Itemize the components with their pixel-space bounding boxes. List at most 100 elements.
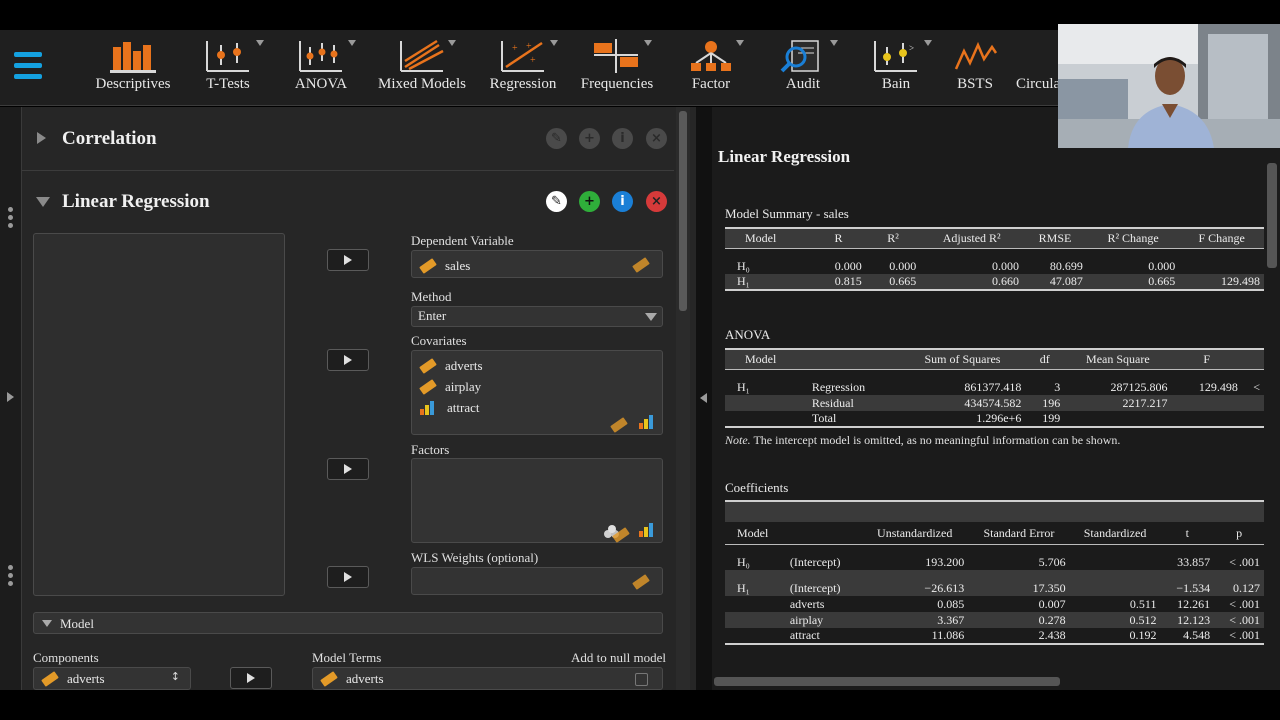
scrollbar-thumb[interactable] bbox=[714, 677, 1060, 686]
covariates-label: Covariates bbox=[411, 333, 467, 348]
info-icon[interactable]: i bbox=[612, 191, 633, 212]
allowed-ordinal-icon bbox=[639, 415, 657, 429]
circular-button[interactable]: Circula bbox=[1016, 36, 1060, 102]
covariate-item[interactable]: airplay bbox=[419, 376, 654, 397]
audit-dropdown-icon bbox=[830, 40, 838, 46]
descriptives-button[interactable]: Descriptives bbox=[90, 36, 176, 102]
anova-caption: ANOVA bbox=[725, 327, 771, 342]
add-model-term-button[interactable] bbox=[230, 667, 272, 689]
table-row: attract 11.086 2.438 0.192 4.548 < .001 bbox=[725, 628, 1264, 645]
frequencies-button[interactable]: Frequencies bbox=[578, 36, 656, 102]
frequencies-label: Frequencies bbox=[580, 76, 654, 92]
factor-icon bbox=[686, 36, 736, 76]
results-title: Linear Regression bbox=[718, 147, 851, 166]
component-item[interactable]: adverts bbox=[67, 671, 105, 687]
t-tests-button[interactable]: T-Tests bbox=[198, 36, 264, 102]
correlation-title[interactable]: Correlation bbox=[62, 128, 157, 150]
bain-button[interactable]: > Bain bbox=[872, 36, 932, 102]
table-row: H₀ (Intercept) 193.200 5.706 33.857 < .0… bbox=[737, 554, 1260, 569]
sort-icon[interactable]: ↕ bbox=[171, 670, 180, 683]
options-scrollbar[interactable] bbox=[676, 107, 690, 690]
assign-dependent-button[interactable] bbox=[327, 249, 369, 271]
coefficients-table: Model Unstandardized Standard Error Stan… bbox=[725, 524, 1264, 645]
dependent-variable-label: Dependent Variable bbox=[411, 233, 514, 248]
drag-handle-icon[interactable] bbox=[8, 207, 14, 231]
variables-list[interactable] bbox=[33, 233, 285, 596]
collapse-model-icon bbox=[42, 620, 52, 627]
edit-title-icon[interactable]: ✎ bbox=[546, 191, 567, 212]
collapse-linear-regression-icon[interactable] bbox=[36, 197, 50, 207]
expand-left-icon[interactable] bbox=[7, 392, 14, 402]
t-tests-icon bbox=[198, 36, 258, 76]
covariates-box[interactable]: adverts airplay attract bbox=[411, 350, 663, 435]
anova-button[interactable]: ANOVA bbox=[290, 36, 356, 102]
audit-label: Audit bbox=[785, 76, 821, 92]
anova-note: Note. The intercept model is omitted, as… bbox=[725, 433, 1121, 447]
bsts-button[interactable]: BSTS bbox=[950, 36, 1000, 102]
anova-label: ANOVA bbox=[294, 76, 348, 92]
scale-variable-icon bbox=[320, 671, 338, 687]
scrollbar-thumb[interactable] bbox=[679, 111, 687, 311]
allowed-ordinal-icon bbox=[639, 523, 657, 537]
assign-factors-button[interactable] bbox=[327, 458, 369, 480]
assign-wls-button[interactable] bbox=[327, 566, 369, 588]
collapse-arrow-icon[interactable] bbox=[700, 393, 707, 403]
factors-label: Factors bbox=[411, 442, 450, 457]
wls-weights-box[interactable] bbox=[411, 567, 663, 595]
left-collapse-bar[interactable] bbox=[0, 107, 22, 690]
svg-text:>: > bbox=[909, 43, 914, 53]
dependent-variable-value: sales bbox=[445, 257, 471, 273]
bsts-icon bbox=[950, 36, 1000, 76]
duplicate-icon-disabled: + bbox=[579, 128, 600, 149]
covariate-item[interactable]: attract bbox=[420, 397, 654, 418]
descriptives-label: Descriptives bbox=[95, 76, 171, 92]
table-row: H₁ 0.815 0.665 0.660 47.087 0.665 129.49… bbox=[725, 274, 1264, 291]
results-horizontal-scrollbar[interactable] bbox=[712, 674, 1264, 688]
panel-splitter[interactable] bbox=[696, 107, 712, 690]
covariate-label: attract bbox=[447, 399, 480, 415]
duplicate-analysis-icon[interactable]: + bbox=[579, 191, 600, 212]
menu-icon[interactable] bbox=[14, 52, 42, 82]
scale-variable-icon bbox=[419, 357, 437, 374]
t-tests-dropdown-icon bbox=[256, 40, 264, 46]
covariate-item[interactable]: adverts bbox=[419, 355, 654, 376]
factor-label: Factor bbox=[691, 76, 731, 92]
bain-label: Bain bbox=[881, 76, 911, 92]
assign-covariates-button[interactable] bbox=[327, 349, 369, 371]
scale-variable-icon bbox=[41, 671, 59, 687]
components-list[interactable]: adverts ↕ bbox=[33, 667, 191, 690]
method-select[interactable]: Enter bbox=[411, 306, 663, 327]
regression-icon: + + + bbox=[487, 36, 559, 76]
allowed-scale-icon bbox=[610, 417, 628, 433]
linear-regression-title[interactable]: Linear Regression bbox=[62, 191, 210, 213]
factors-box[interactable] bbox=[411, 458, 663, 543]
bsts-label: BSTS bbox=[957, 76, 993, 92]
wls-weights-label: WLS Weights (optional) bbox=[411, 550, 539, 565]
ordinal-variable-icon bbox=[420, 400, 438, 415]
covariate-label: adverts bbox=[445, 357, 483, 373]
results-vertical-scrollbar[interactable] bbox=[1264, 163, 1280, 690]
covariate-label: airplay bbox=[445, 378, 482, 394]
regression-button[interactable]: + + + Regression bbox=[487, 36, 559, 102]
dependent-variable-box[interactable]: sales bbox=[411, 250, 663, 278]
results-panel: Linear Regression Model Summary - sales … bbox=[712, 107, 1280, 690]
circular-label: Circula bbox=[1016, 76, 1060, 92]
model-terms-list[interactable]: adverts bbox=[312, 667, 663, 690]
factor-button[interactable]: Factor bbox=[686, 36, 744, 102]
audit-button[interactable]: Audit bbox=[780, 36, 838, 102]
scrollbar-thumb[interactable] bbox=[1267, 163, 1277, 268]
svg-text:+: + bbox=[526, 41, 532, 52]
expand-correlation-icon[interactable] bbox=[37, 132, 46, 144]
presenter-video bbox=[1058, 24, 1280, 148]
regression-label: Regression bbox=[489, 76, 557, 92]
drag-handle-icon-2[interactable] bbox=[8, 565, 14, 589]
mixed-models-dropdown-icon bbox=[448, 40, 456, 46]
mixed-models-button[interactable]: Mixed Models bbox=[376, 36, 468, 102]
add-to-null-model-checkbox[interactable] bbox=[635, 673, 648, 686]
remove-icon-disabled: × bbox=[646, 128, 667, 149]
remove-analysis-icon[interactable]: × bbox=[646, 191, 667, 212]
model-section-header[interactable]: Model bbox=[33, 612, 663, 634]
table-row: H₁ Regression 861377.418 3 287125.806 12… bbox=[737, 379, 1260, 394]
model-term-item[interactable]: adverts bbox=[346, 671, 384, 687]
model-terms-label: Model Terms bbox=[312, 650, 382, 665]
